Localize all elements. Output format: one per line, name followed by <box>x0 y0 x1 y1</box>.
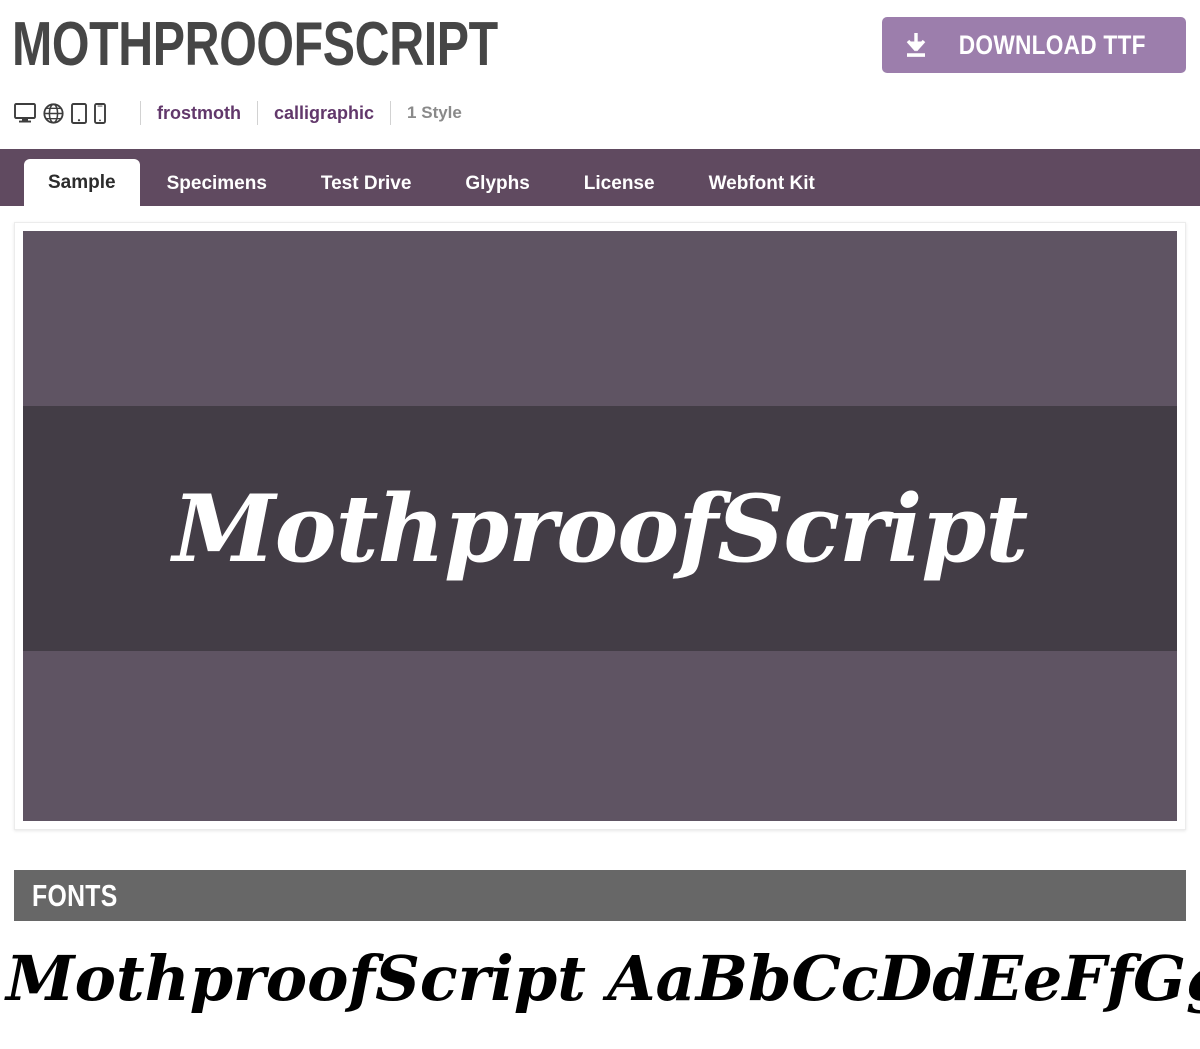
download-ttf-button[interactable]: Download TTF <box>882 17 1186 73</box>
sample-preview-card: MothproofScript <box>14 222 1186 830</box>
page-title: MothproofScript <box>12 10 498 79</box>
tab-glyphs[interactable]: Glyphs <box>438 161 556 206</box>
style-count-label: 1 Style <box>407 103 462 122</box>
tab-specimens[interactable]: Specimens <box>140 161 294 206</box>
meta-divider <box>257 101 258 125</box>
tab-webfont-kit[interactable]: Webfont Kit <box>682 161 842 206</box>
meta-divider <box>390 101 392 125</box>
tablet-icon <box>71 102 87 124</box>
fonts-section-header: Fonts <box>14 870 1186 921</box>
category-link[interactable]: calligraphic <box>274 103 374 124</box>
tab-license[interactable]: License <box>557 161 682 206</box>
tab-test-drive[interactable]: Test Drive <box>294 161 438 206</box>
font-specimen-text: MothproofScript AaBbCcDdEeFfGgHhIi <box>6 941 1200 1015</box>
font-specimen-row[interactable]: MothproofScript AaBbCcDdEeFfGgHhIi <box>0 933 1200 1023</box>
device-support-icons <box>14 102 106 124</box>
designer-link[interactable]: frostmoth <box>157 103 241 124</box>
fonts-section-title: Fonts <box>32 877 118 913</box>
meta-divider <box>140 101 141 125</box>
tab-sample[interactable]: Sample <box>24 159 140 206</box>
tab-bar: Sample Specimens Test Drive Glyphs Licen… <box>0 149 1200 206</box>
sample-preview-canvas[interactable]: MothproofScript <box>23 231 1177 821</box>
sample-preview-text: MothproofScript <box>172 474 1029 583</box>
download-arrow-icon <box>904 32 928 58</box>
download-button-label: Download TTF <box>959 29 1147 60</box>
mobile-icon <box>94 102 106 124</box>
desktop-icon <box>14 103 36 123</box>
globe-icon <box>43 102 64 124</box>
font-meta-row: frostmoth calligraphic 1 Style <box>0 92 1200 134</box>
page-header: MothproofScript Download TTF <box>0 0 1200 92</box>
font-detail-page: MothproofScript Download TTF <box>0 0 1200 1049</box>
